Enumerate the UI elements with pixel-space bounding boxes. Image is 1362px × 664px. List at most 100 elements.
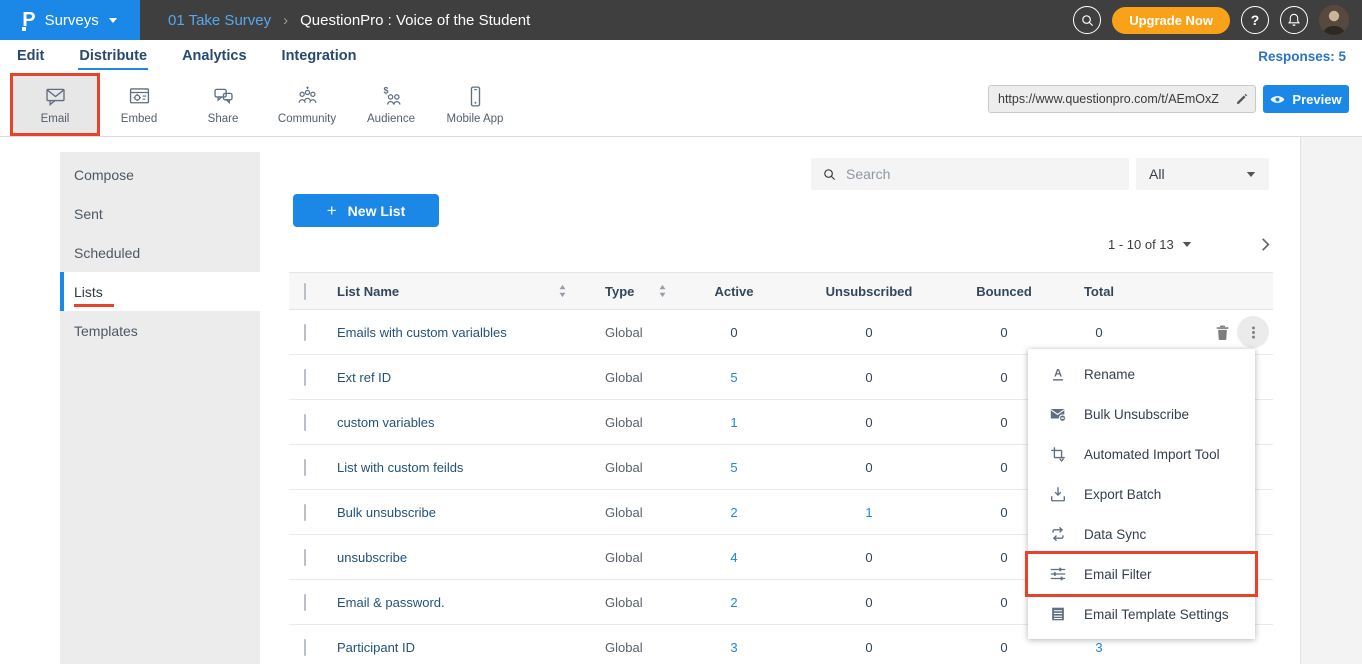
sidebar-item-lists[interactable]: Lists: [60, 272, 260, 311]
row-checkbox[interactable]: [304, 369, 306, 386]
delete-list-icon[interactable]: [1213, 323, 1232, 342]
list-name-link[interactable]: custom variables: [337, 415, 435, 430]
channel-label: Mobile App: [447, 113, 504, 125]
email-sidebar: Compose Sent Scheduled Lists Templates: [60, 152, 260, 664]
row-checkbox[interactable]: [304, 504, 306, 521]
sidebar-item-sent[interactable]: Sent: [60, 194, 260, 233]
pagination-range-dropdown[interactable]: 1 - 10 of 13: [1108, 237, 1192, 252]
list-name-link[interactable]: Participant ID: [337, 640, 415, 655]
row-context-menu: Rename Bulk Unsubscribe Automated Import…: [1028, 349, 1255, 639]
list-filter-dropdown[interactable]: All: [1136, 158, 1269, 190]
menu-item-rename[interactable]: Rename: [1028, 354, 1255, 394]
tab-integration[interactable]: Integration: [281, 43, 358, 70]
menu-item-export-batch[interactable]: Export Batch: [1028, 474, 1255, 514]
edit-url-button[interactable]: [1229, 86, 1255, 112]
tab-analytics[interactable]: Analytics: [181, 43, 247, 70]
row-checkbox[interactable]: [304, 594, 306, 611]
column-header-bounced: Bounced: [949, 284, 1059, 299]
channel-label: Audience: [367, 113, 415, 125]
question-mark-icon: ?: [1251, 12, 1260, 28]
survey-url-field[interactable]: https://www.questionpro.com/t/AEmOxZ: [988, 85, 1256, 113]
cell-bounced: 0: [949, 640, 1059, 655]
new-list-button[interactable]: + New List: [293, 194, 439, 227]
sidebar-item-scheduled[interactable]: Scheduled: [60, 233, 260, 272]
menu-item-automated-import-tool[interactable]: Automated Import Tool: [1028, 434, 1255, 474]
responses-count[interactable]: Responses: 5: [1258, 49, 1346, 64]
survey-url-value: https://www.questionpro.com/t/AEmOxZ: [989, 92, 1229, 106]
list-name-link[interactable]: Ext ref ID: [337, 370, 391, 385]
cell-active: 2: [679, 505, 789, 520]
channel-mobile-app[interactable]: Mobile App: [433, 76, 517, 133]
sidebar-item-compose[interactable]: Compose: [60, 155, 260, 194]
row-checkbox[interactable]: [304, 459, 306, 476]
list-name-link[interactable]: Emails with custom varialbles: [337, 325, 507, 340]
more-options-icon: [1245, 324, 1262, 341]
channel-community[interactable]: Community: [265, 76, 349, 133]
menu-item-label: Automated Import Tool: [1084, 447, 1220, 462]
column-header-list-name[interactable]: List Name: [337, 284, 399, 299]
row-checkbox[interactable]: [304, 324, 306, 341]
cell-type: Global: [579, 370, 679, 385]
channel-embed[interactable]: Embed: [97, 76, 181, 133]
right-panel-strip: [1300, 137, 1362, 664]
search-button[interactable]: [1073, 6, 1101, 34]
sort-icon[interactable]: [658, 284, 667, 298]
select-all-checkbox[interactable]: [304, 283, 306, 300]
menu-item-label: Email Filter: [1084, 567, 1152, 582]
list-name-link[interactable]: Email & password.: [337, 595, 445, 610]
menu-item-label: Email Template Settings: [1084, 607, 1229, 622]
cell-type: Global: [579, 595, 679, 610]
product-label: Surveys: [45, 12, 99, 29]
user-avatar[interactable]: [1319, 5, 1349, 35]
tab-distribute[interactable]: Distribute: [78, 43, 148, 70]
list-name-link[interactable]: List with custom feilds: [337, 460, 463, 475]
menu-item-icon: [1049, 405, 1067, 423]
questionpro-logo-icon: P: [22, 10, 35, 30]
notifications-button[interactable]: [1280, 6, 1308, 34]
row-menu-button[interactable]: [1237, 316, 1269, 348]
cell-active: 4: [679, 550, 789, 565]
column-header-type[interactable]: Type: [605, 284, 634, 299]
cell-active: 5: [679, 370, 789, 385]
cell-type: Global: [579, 550, 679, 565]
channel-share[interactable]: Share: [181, 76, 265, 133]
top-actions: Upgrade Now ?: [1073, 5, 1362, 35]
column-header-active: Active: [679, 284, 789, 299]
help-button[interactable]: ?: [1241, 6, 1269, 34]
channel-icon: [211, 84, 236, 109]
list-search-input[interactable]: Search: [811, 158, 1129, 190]
list-name-link[interactable]: Bulk unsubscribe: [337, 505, 436, 520]
breadcrumb-survey-link[interactable]: 01 Take Survey: [168, 12, 271, 29]
row-checkbox[interactable]: [304, 414, 306, 431]
channel-label: Community: [278, 113, 336, 125]
menu-item-icon: [1049, 565, 1067, 583]
column-header-total: Total: [1059, 284, 1139, 299]
sidebar-item-templates[interactable]: Templates: [60, 311, 260, 350]
sort-icon[interactable]: [558, 284, 567, 298]
menu-item-bulk-unsubscribe[interactable]: Bulk Unsubscribe: [1028, 394, 1255, 434]
product-switcher[interactable]: P Surveys: [0, 0, 140, 40]
cell-type: Global: [579, 325, 679, 340]
channel-audience[interactable]: Audience: [349, 76, 433, 133]
pagination: 1 - 10 of 13: [1108, 233, 1274, 255]
row-checkbox[interactable]: [304, 549, 306, 566]
preview-button[interactable]: Preview: [1263, 85, 1349, 113]
plus-icon: +: [327, 201, 337, 221]
section-tabs: Edit Distribute Analytics Integration Re…: [0, 40, 1362, 73]
sidebar-item-label: Scheduled: [74, 245, 140, 261]
channel-icon: [127, 84, 152, 109]
list-name-link[interactable]: unsubscribe: [337, 550, 407, 565]
menu-item-data-sync[interactable]: Data Sync: [1028, 514, 1255, 554]
tab-edit[interactable]: Edit: [16, 43, 45, 70]
menu-item-icon: [1049, 605, 1067, 623]
channel-email[interactable]: Email: [13, 76, 97, 133]
menu-item-icon: [1049, 485, 1067, 503]
next-page-button[interactable]: [1257, 236, 1274, 253]
cell-unsubscribed: 1: [789, 505, 949, 520]
menu-item-email-template-settings[interactable]: Email Template Settings: [1028, 594, 1255, 634]
row-checkbox[interactable]: [304, 639, 306, 656]
upgrade-button[interactable]: Upgrade Now: [1112, 7, 1230, 34]
breadcrumb-separator-icon: ›: [283, 12, 288, 29]
chevron-down-icon: [1182, 241, 1192, 248]
menu-item-email-filter[interactable]: Email Filter: [1028, 554, 1255, 594]
